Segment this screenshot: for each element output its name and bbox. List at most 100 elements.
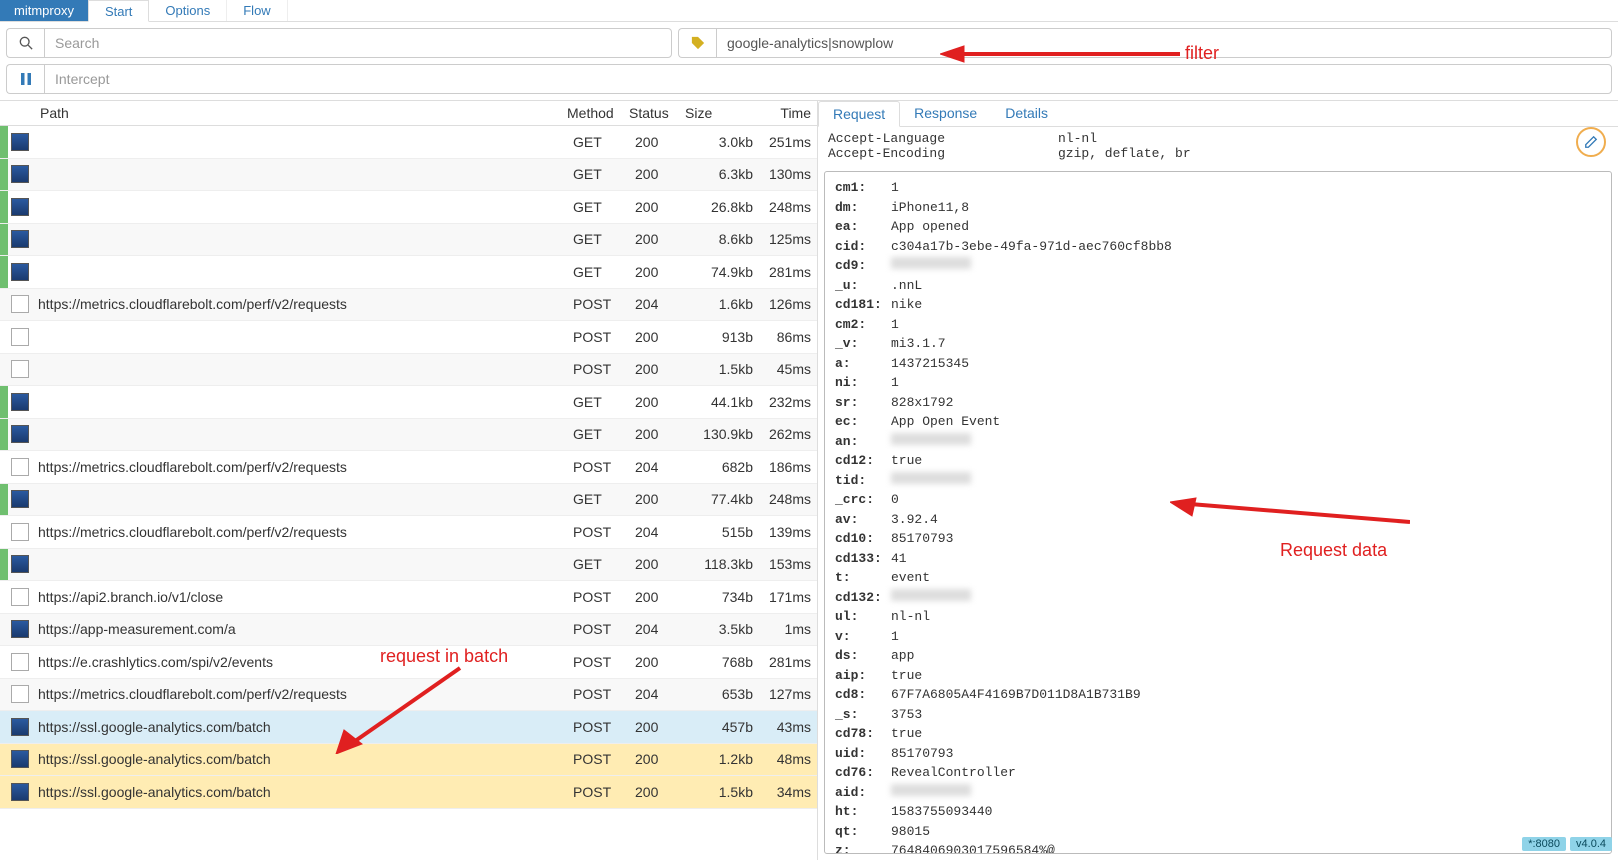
row-path: https://e.crashlytics.com/spi/v2/events	[32, 654, 573, 670]
body-kv-row: ea:App opened	[835, 217, 1601, 237]
col-time[interactable]: Time	[755, 105, 817, 121]
tab-flow[interactable]: Flow	[227, 0, 287, 21]
row-status: 200	[635, 199, 691, 215]
flow-row[interactable]: GET20074.9kb281ms	[0, 256, 817, 289]
body-kv-row: uid:85170793	[835, 744, 1601, 764]
flow-list: Path Method Status Size Time GET2003.0kb…	[0, 101, 817, 860]
row-size: 3.0kb	[691, 134, 761, 150]
edit-button[interactable]	[1576, 127, 1606, 157]
row-time: 248ms	[761, 199, 817, 215]
body-kv-row: tid:	[835, 471, 1601, 491]
flow-row[interactable]: https://ssl.google-analytics.com/batchPO…	[0, 776, 817, 809]
row-path: https://ssl.google-analytics.com/batch	[32, 719, 573, 735]
row-size: 457b	[691, 719, 761, 735]
row-time: 281ms	[761, 264, 817, 280]
row-method: GET	[573, 426, 635, 442]
search-input[interactable]	[44, 28, 672, 58]
row-size: 913b	[691, 329, 761, 345]
row-status: 204	[635, 524, 691, 540]
flow-row[interactable]: GET20026.8kb248ms	[0, 191, 817, 224]
row-path: https://ssl.google-analytics.com/batch	[32, 784, 573, 800]
body-kv-row: _crc:0	[835, 490, 1601, 510]
flow-row[interactable]: GET2003.0kb251ms	[0, 126, 817, 159]
row-path: https://metrics.cloudflarebolt.com/perf/…	[32, 459, 573, 475]
row-size: 653b	[691, 686, 761, 702]
tab-details[interactable]: Details	[991, 101, 1062, 126]
row-size: 8.6kb	[691, 231, 761, 247]
footer: *:8080 v4.0.4	[1522, 837, 1612, 851]
flow-row[interactable]: GET2006.3kb130ms	[0, 159, 817, 192]
row-time: 153ms	[761, 556, 817, 572]
flow-row[interactable]: https://app-measurement.com/aPOST2043.5k…	[0, 614, 817, 647]
tab-start[interactable]: Start	[88, 0, 149, 22]
flow-row[interactable]: GET20077.4kb248ms	[0, 484, 817, 517]
row-status: 204	[635, 459, 691, 475]
flow-row[interactable]: https://metrics.cloudflarebolt.com/perf/…	[0, 289, 817, 322]
row-status: 200	[635, 394, 691, 410]
pause-icon	[6, 64, 44, 94]
col-path[interactable]: Path	[16, 105, 567, 121]
flow-row[interactable]: https://metrics.cloudflarebolt.com/perf/…	[0, 516, 817, 549]
flow-row[interactable]: https://ssl.google-analytics.com/batchPO…	[0, 711, 817, 744]
flow-row[interactable]: POST200913b86ms	[0, 321, 817, 354]
resource-icon	[8, 685, 32, 703]
detail-pane: Request Response Details Accept-Language…	[817, 101, 1618, 860]
tab-request[interactable]: Request	[818, 101, 900, 127]
row-status: 200	[635, 719, 691, 735]
row-method: POST	[573, 361, 635, 377]
body-kv-row: ul:nl-nl	[835, 607, 1601, 627]
flow-row[interactable]: https://e.crashlytics.com/spi/v2/eventsP…	[0, 646, 817, 679]
row-status: 204	[635, 296, 691, 312]
col-method[interactable]: Method	[567, 105, 629, 121]
row-status: 200	[635, 556, 691, 572]
flow-row[interactable]: https://api2.branch.io/v1/closePOST20073…	[0, 581, 817, 614]
detail-tabs: Request Response Details	[818, 101, 1618, 127]
body-kv-row: ht:1583755093440	[835, 802, 1601, 822]
row-size: 130.9kb	[691, 426, 761, 442]
flow-row[interactable]: https://ssl.google-analytics.com/batchPO…	[0, 744, 817, 777]
row-time: 130ms	[761, 166, 817, 182]
filter-input[interactable]	[716, 28, 1612, 58]
col-size[interactable]: Size	[685, 105, 755, 121]
resource-icon	[8, 783, 32, 801]
row-time: 232ms	[761, 394, 817, 410]
flow-list-header: Path Method Status Size Time	[0, 101, 817, 126]
col-status[interactable]: Status	[629, 105, 685, 121]
row-time: 45ms	[761, 361, 817, 377]
main-pane: Path Method Status Size Time GET2003.0kb…	[0, 100, 1618, 860]
row-status: 200	[635, 264, 691, 280]
flow-row[interactable]: GET200118.3kb153ms	[0, 549, 817, 582]
top-nav: mitmproxy Start Options Flow	[0, 0, 1618, 22]
row-status: 200	[635, 491, 691, 507]
row-size: 768b	[691, 654, 761, 670]
resource-icon	[8, 718, 32, 736]
flow-row[interactable]: https://metrics.cloudflarebolt.com/perf/…	[0, 451, 817, 484]
body-kv-row: ds:app	[835, 646, 1601, 666]
body-kv-row: dm:iPhone11,8	[835, 198, 1601, 218]
row-size: 74.9kb	[691, 264, 761, 280]
flow-row[interactable]: https://metrics.cloudflarebolt.com/perf/…	[0, 679, 817, 712]
row-status: 200	[635, 654, 691, 670]
resource-icon	[8, 328, 32, 346]
body-kv-row: ni:1	[835, 373, 1601, 393]
flow-row[interactable]: GET2008.6kb125ms	[0, 224, 817, 257]
intercept-input[interactable]	[44, 64, 1612, 94]
flow-row[interactable]: GET200130.9kb262ms	[0, 419, 817, 452]
body-kv-row: z:7648406903017596584%@	[835, 841, 1601, 854]
flow-row[interactable]: GET20044.1kb232ms	[0, 386, 817, 419]
tab-options[interactable]: Options	[149, 0, 227, 21]
row-time: 48ms	[761, 751, 817, 767]
row-status: 200	[635, 231, 691, 247]
row-method: POST	[573, 784, 635, 800]
resource-icon	[8, 620, 32, 638]
row-method: GET	[573, 556, 635, 572]
body-kv-row: cd10:85170793	[835, 529, 1601, 549]
row-path: https://api2.branch.io/v1/close	[32, 589, 573, 605]
body-kv-row: cid:c304a17b-3ebe-49fa-971d-aec760cf8bb8	[835, 237, 1601, 257]
flow-row[interactable]: POST2001.5kb45ms	[0, 354, 817, 387]
row-status: 200	[635, 751, 691, 767]
row-size: 26.8kb	[691, 199, 761, 215]
row-size: 1.5kb	[691, 361, 761, 377]
tab-response[interactable]: Response	[900, 101, 991, 126]
row-size: 118.3kb	[691, 556, 761, 572]
